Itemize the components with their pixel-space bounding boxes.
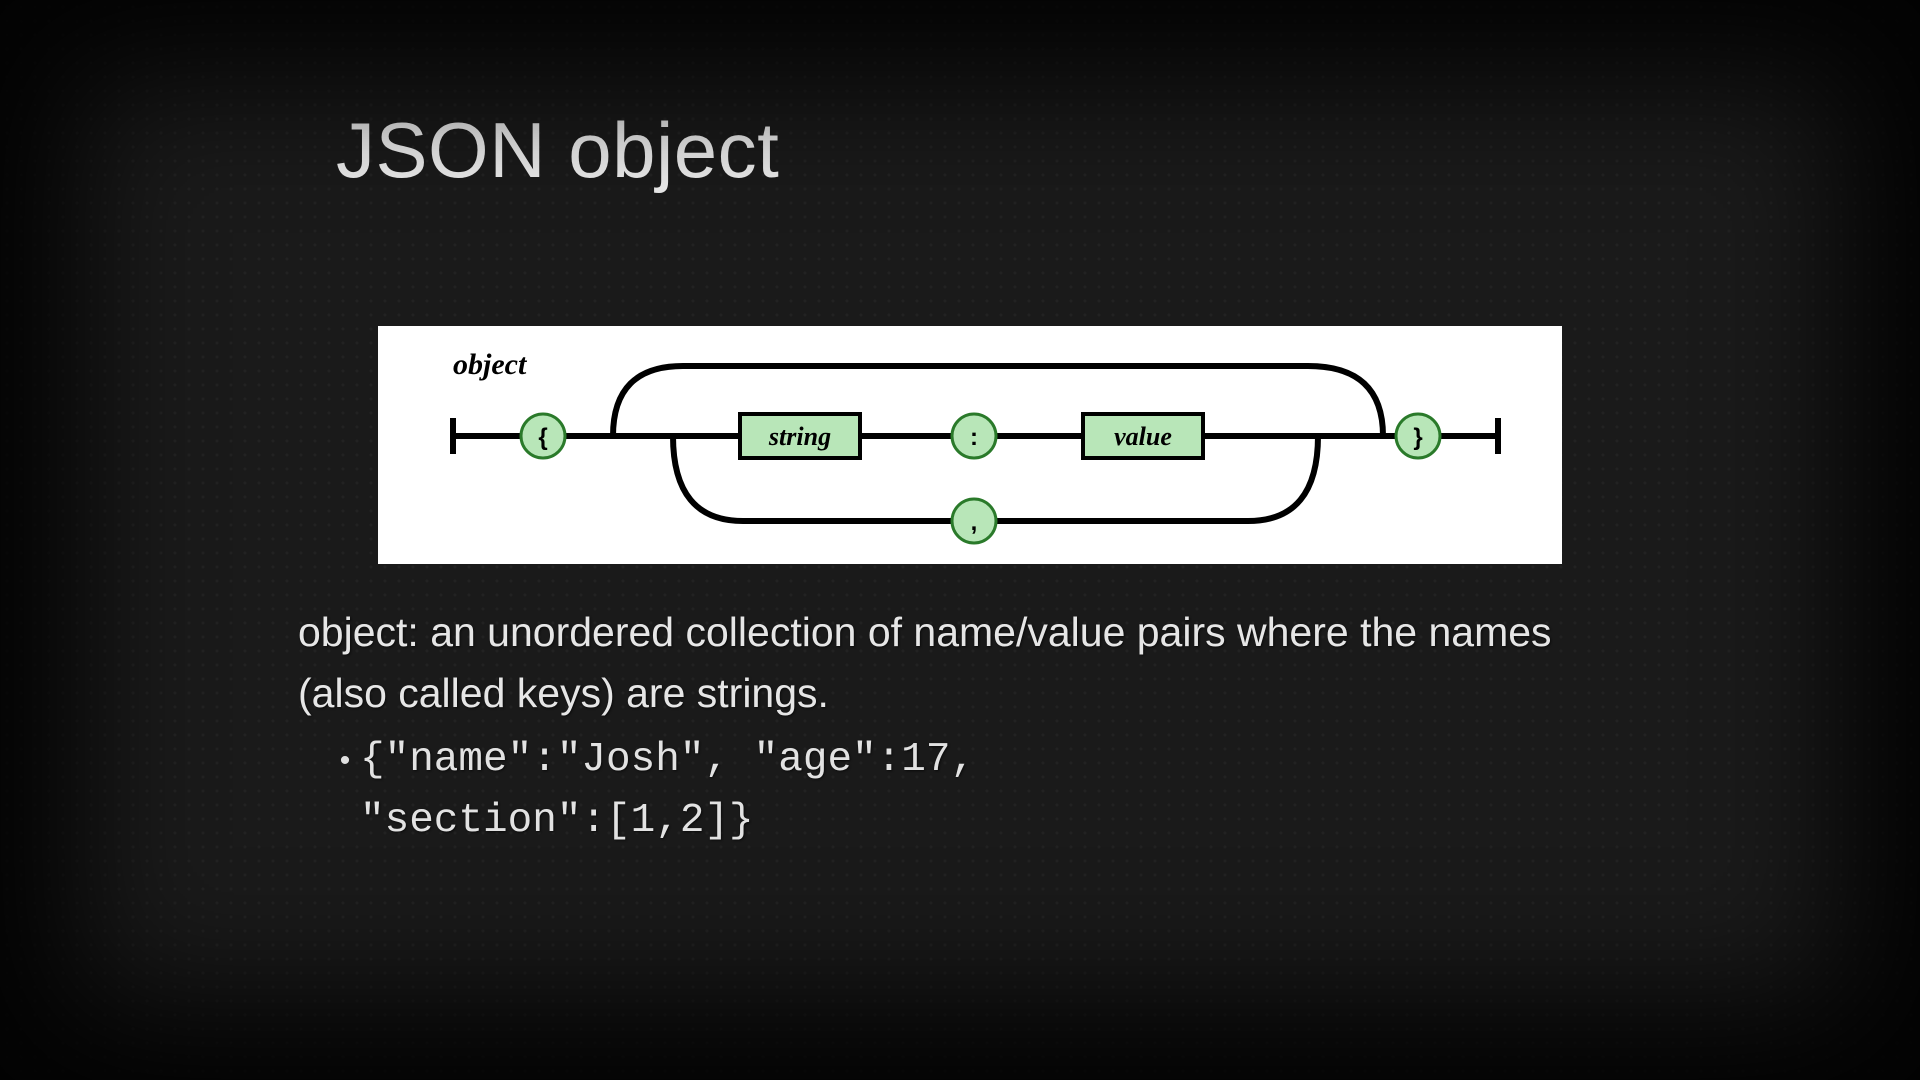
svg-text:{: { [538,424,547,451]
svg-text::: : [970,424,978,451]
node-comma: , [952,499,996,543]
diagram-label: object [453,348,528,381]
svg-text:string: string [768,422,831,451]
bullet-item: • {"name":"Josh", "age":17, "section":[1… [330,730,1610,851]
svg-text:}: } [1413,424,1422,451]
node-open-brace: { [521,414,565,458]
node-colon: : [952,414,996,458]
node-value-box: value [1083,414,1203,458]
code-example: {"name":"Josh", "age":17, "section":[1,2… [360,730,975,851]
svg-text:,: , [971,509,978,536]
slide-title: JSON object [336,105,779,196]
bullet-dot-icon: • [330,730,360,778]
rail-bypass-top [613,366,1383,436]
svg-text:value: value [1114,422,1172,451]
railroad-diagram: object { string : [378,326,1562,564]
node-string-box: string [740,414,860,458]
node-close-brace: } [1396,414,1440,458]
slide-description: object: an unordered collection of name/… [298,602,1638,723]
slide: JSON object object { string [0,0,1920,1080]
